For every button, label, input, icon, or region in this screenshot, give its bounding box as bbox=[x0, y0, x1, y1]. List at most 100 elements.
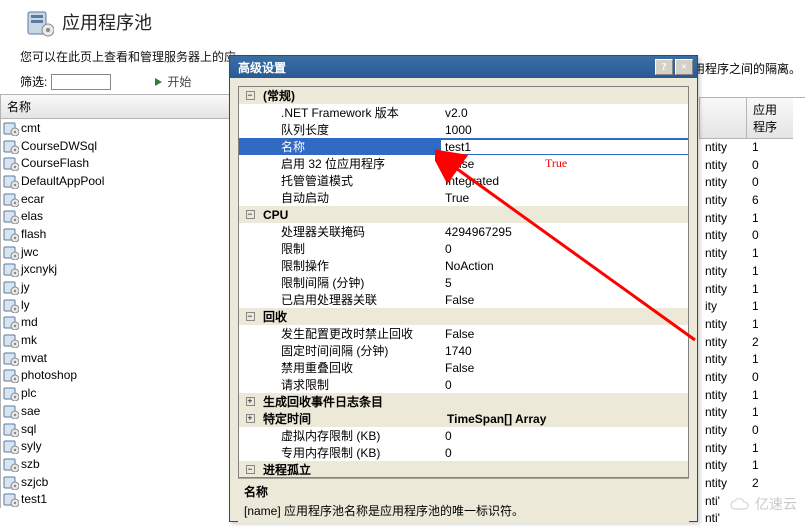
table-row[interactable]: ntity2 bbox=[699, 334, 805, 352]
property-category[interactable]: −(常规) bbox=[239, 87, 688, 104]
property-value[interactable]: 0 bbox=[441, 378, 688, 392]
table-row[interactable]: ly bbox=[1, 296, 230, 314]
filter-input[interactable] bbox=[51, 74, 111, 90]
property-value[interactable]: False bbox=[441, 327, 688, 341]
expand-toggle[interactable]: + bbox=[243, 395, 257, 409]
col-header-apps[interactable]: 应用程序 bbox=[746, 98, 793, 139]
property-value[interactable]: False bbox=[441, 293, 688, 307]
table-row[interactable]: cmt bbox=[1, 119, 230, 137]
property-row[interactable]: 限制操作NoAction bbox=[239, 257, 688, 274]
table-row[interactable]: ntity0 bbox=[699, 422, 805, 440]
property-value[interactable]: 0 bbox=[441, 446, 688, 460]
pool-name: test1 bbox=[21, 492, 47, 506]
property-row[interactable]: 队列长度1000 bbox=[239, 121, 688, 138]
property-value[interactable]: 1000 bbox=[441, 123, 688, 137]
table-row[interactable]: photoshop bbox=[1, 367, 230, 385]
table-row[interactable]: ntity1 bbox=[699, 404, 805, 422]
property-value[interactable]: 0 bbox=[441, 242, 688, 256]
table-row[interactable]: syly bbox=[1, 437, 230, 455]
property-value[interactable]: NoAction bbox=[441, 259, 688, 273]
app-pool-icon bbox=[26, 6, 54, 38]
expand-toggle[interactable]: − bbox=[243, 310, 257, 324]
table-row[interactable]: ntity1 bbox=[699, 351, 805, 369]
table-row[interactable]: ntity0 bbox=[699, 227, 805, 245]
table-row[interactable]: CourseDWSql bbox=[1, 137, 230, 155]
property-category[interactable]: −CPU bbox=[239, 206, 688, 223]
table-row[interactable]: ntity0 bbox=[699, 174, 805, 192]
table-row[interactable]: sql bbox=[1, 420, 230, 438]
property-row[interactable]: 名称test1 bbox=[239, 138, 688, 155]
table-row[interactable]: ntity1 bbox=[699, 263, 805, 281]
table-row[interactable]: sae bbox=[1, 402, 230, 420]
table-row[interactable]: ntity0 bbox=[699, 369, 805, 387]
start-button[interactable]: 开始 bbox=[151, 73, 191, 90]
expand-toggle[interactable]: + bbox=[243, 412, 257, 426]
table-row[interactable]: ntity1 bbox=[699, 440, 805, 458]
table-row[interactable]: ntity1 bbox=[699, 457, 805, 475]
table-row[interactable]: mk bbox=[1, 331, 230, 349]
help-button[interactable]: ? bbox=[655, 59, 673, 75]
property-value[interactable]: False bbox=[441, 157, 688, 171]
table-row[interactable]: ntity1 bbox=[699, 245, 805, 263]
table-row[interactable]: ntity0 bbox=[699, 157, 805, 175]
table-row[interactable]: ntity1 bbox=[699, 281, 805, 299]
property-value[interactable]: TimeSpan[] Array bbox=[443, 412, 688, 426]
property-row[interactable]: 限制0 bbox=[239, 240, 688, 257]
property-value[interactable]: 5 bbox=[441, 276, 688, 290]
table-row[interactable]: md bbox=[1, 314, 230, 332]
property-value[interactable]: Integrated bbox=[441, 174, 688, 188]
table-row[interactable]: jxcnykj bbox=[1, 261, 230, 279]
dialog-titlebar[interactable]: 高级设置 ? × bbox=[230, 56, 697, 78]
table-row[interactable]: szjcb bbox=[1, 473, 230, 491]
table-row[interactable]: jy bbox=[1, 278, 230, 296]
property-row[interactable]: 请求限制0 bbox=[239, 376, 688, 393]
table-row[interactable]: jwc bbox=[1, 243, 230, 261]
close-button[interactable]: × bbox=[675, 59, 693, 75]
property-value[interactable]: False bbox=[441, 361, 688, 375]
property-row[interactable]: 固定时间间隔 (分钟)1740 bbox=[239, 342, 688, 359]
property-row[interactable]: 专用内存限制 (KB)0 bbox=[239, 444, 688, 461]
table-row[interactable]: elas bbox=[1, 207, 230, 225]
property-category[interactable]: +特定时间TimeSpan[] Array bbox=[239, 410, 688, 427]
table-row[interactable]: ntity1 bbox=[699, 210, 805, 228]
property-row[interactable]: 禁用重叠回收False bbox=[239, 359, 688, 376]
property-category[interactable]: −进程孤立 bbox=[239, 461, 688, 478]
table-row[interactable]: DefaultAppPool bbox=[1, 172, 230, 190]
table-row[interactable]: ity1 bbox=[699, 298, 805, 316]
table-row[interactable]: ntity6 bbox=[699, 192, 805, 210]
property-value[interactable]: True bbox=[441, 191, 688, 205]
property-value[interactable]: v2.0 bbox=[441, 106, 688, 120]
col-header-identity[interactable] bbox=[699, 98, 746, 139]
table-row[interactable]: szb bbox=[1, 455, 230, 473]
property-value[interactable]: 4294967295 bbox=[441, 225, 688, 239]
table-row[interactable]: mvat bbox=[1, 349, 230, 367]
property-row[interactable]: 自动启动True bbox=[239, 189, 688, 206]
property-category[interactable]: −回收 bbox=[239, 308, 688, 325]
property-row[interactable]: 处理器关联掩码4294967295 bbox=[239, 223, 688, 240]
property-value[interactable]: test1 bbox=[441, 140, 688, 154]
table-row[interactable]: flash bbox=[1, 225, 230, 243]
property-row[interactable]: 虚拟内存限制 (KB)0 bbox=[239, 427, 688, 444]
property-category[interactable]: +生成回收事件日志条目 bbox=[239, 393, 688, 410]
table-row[interactable]: CourseFlash bbox=[1, 154, 230, 172]
expand-toggle[interactable]: − bbox=[243, 208, 257, 222]
table-row[interactable]: ntity1 bbox=[699, 316, 805, 334]
expand-toggle[interactable]: − bbox=[243, 463, 257, 477]
table-row[interactable]: plc bbox=[1, 384, 230, 402]
expand-toggle[interactable]: − bbox=[243, 89, 257, 103]
table-row[interactable]: ntity1 bbox=[699, 387, 805, 405]
property-value[interactable]: 0 bbox=[441, 429, 688, 443]
property-row[interactable]: 已启用处理器关联False bbox=[239, 291, 688, 308]
property-row[interactable]: 发生配置更改时禁止回收False bbox=[239, 325, 688, 342]
property-row[interactable]: 限制间隔 (分钟)5 bbox=[239, 274, 688, 291]
property-row[interactable]: .NET Framework 版本v2.0 bbox=[239, 104, 688, 121]
table-row[interactable]: ecar bbox=[1, 190, 230, 208]
property-value[interactable]: 1740 bbox=[441, 344, 688, 358]
table-row[interactable]: test1 bbox=[1, 490, 230, 508]
col-header-name[interactable]: 名称 bbox=[1, 95, 230, 119]
table-row[interactable]: ntity2 bbox=[699, 475, 805, 493]
property-row[interactable]: 托管管道模式Integrated bbox=[239, 172, 688, 189]
property-row[interactable]: 启用 32 位应用程序False bbox=[239, 155, 688, 172]
table-row[interactable]: ntity1 bbox=[699, 139, 805, 157]
property-grid[interactable]: −(常规).NET Framework 版本v2.0队列长度1000名称test… bbox=[238, 86, 689, 478]
